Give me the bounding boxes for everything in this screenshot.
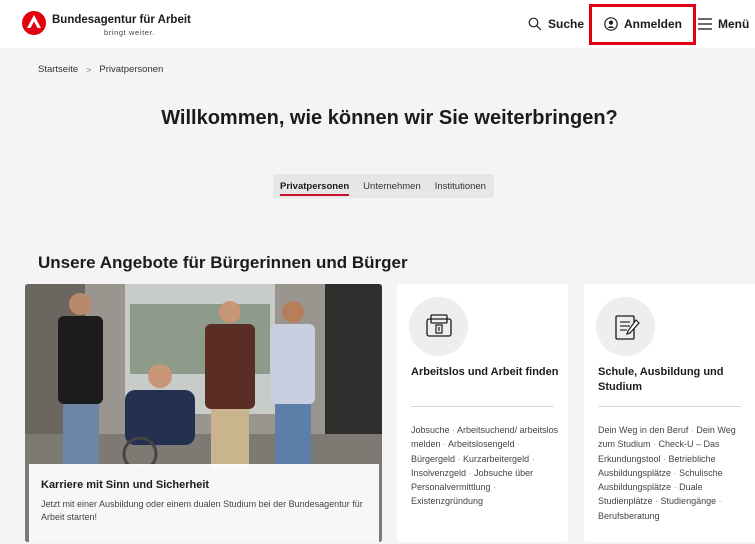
card-title[interactable]: Schule, Ausbildung und Studium	[598, 365, 748, 395]
tab-privatpersonen[interactable]: Privatpersonen	[273, 181, 356, 196]
hero-card[interactable]: Karriere mit Sinn und Sicherheit Jetzt m…	[25, 284, 382, 542]
site-header: Bundesagentur für Arbeit bringt weiter. …	[0, 0, 755, 48]
offer-card-arbeit: Arbeitslos und Arbeit finden Jobsuche · …	[397, 284, 568, 542]
card-link[interactable]: Bürgergeld	[411, 454, 455, 464]
brand-slogan: bringt weiter.	[104, 28, 155, 37]
ba-logo-icon[interactable]	[22, 11, 46, 35]
search-icon	[528, 17, 542, 31]
tab-unternehmen[interactable]: Unternehmen	[356, 181, 428, 192]
card-divider	[411, 406, 554, 407]
hero-text-box: Karriere mit Sinn und Sicherheit Jetzt m…	[29, 464, 379, 542]
card-link-list: Jobsuche · Arbeitsuchend/ arbeitslos mel…	[411, 425, 559, 507]
page-title: Willkommen, wie können wir Sie weiterbri…	[161, 107, 618, 129]
card-link[interactable]: Dein Weg in den Beruf	[598, 425, 688, 435]
menu-button[interactable]: Menü	[698, 17, 749, 31]
card-link[interactable]: Studiengänge	[661, 496, 717, 506]
offer-card-ausbildung: Schule, Ausbildung und Studium Dein Weg …	[584, 284, 755, 542]
card-divider	[598, 406, 741, 407]
document-search-icon	[409, 297, 468, 356]
hero-title[interactable]: Karriere mit Sinn und Sicherheit	[41, 479, 367, 491]
search-button[interactable]: Suche	[528, 17, 584, 31]
tab-institutionen[interactable]: Institutionen	[428, 181, 493, 192]
search-label: Suche	[548, 17, 585, 31]
card-link[interactable]: Existenzgründung	[411, 496, 483, 506]
hamburger-icon	[698, 18, 712, 30]
card-link[interactable]: Kurzarbeitergeld	[463, 454, 529, 464]
card-title[interactable]: Arbeitslos und Arbeit finden	[411, 365, 561, 380]
card-link[interactable]: Insolvenzgeld	[411, 468, 466, 478]
login-button[interactable]: Anmelden	[604, 17, 682, 31]
breadcrumb: Startseite > Privatpersonen	[38, 64, 163, 75]
card-link[interactable]: Arbeitslosengeld	[448, 439, 515, 449]
card-link[interactable]: Berufsberatung	[598, 511, 660, 521]
breadcrumb-home[interactable]: Startseite	[38, 64, 78, 75]
section-title: Unsere Angebote für Bürgerinnen und Bürg…	[38, 253, 408, 272]
user-icon	[604, 17, 618, 31]
audience-tabs: Privatpersonen Unternehmen Institutionen	[273, 174, 494, 198]
card-link-list: Dein Weg in den Beruf · Dein Weg zum Stu…	[598, 425, 736, 521]
menu-label: Menü	[718, 17, 750, 31]
card-link[interactable]: Jobsuche	[411, 425, 450, 435]
pencil-notepad-icon	[596, 297, 655, 356]
chevron-right-icon: >	[86, 64, 92, 75]
brand-name[interactable]: Bundesagentur für Arbeit	[52, 14, 191, 26]
hero-description: Jetzt mit einer Ausbildung oder einem du…	[41, 499, 363, 522]
breadcrumb-current: Privatpersonen	[99, 64, 164, 75]
login-label: Anmelden	[624, 17, 683, 31]
